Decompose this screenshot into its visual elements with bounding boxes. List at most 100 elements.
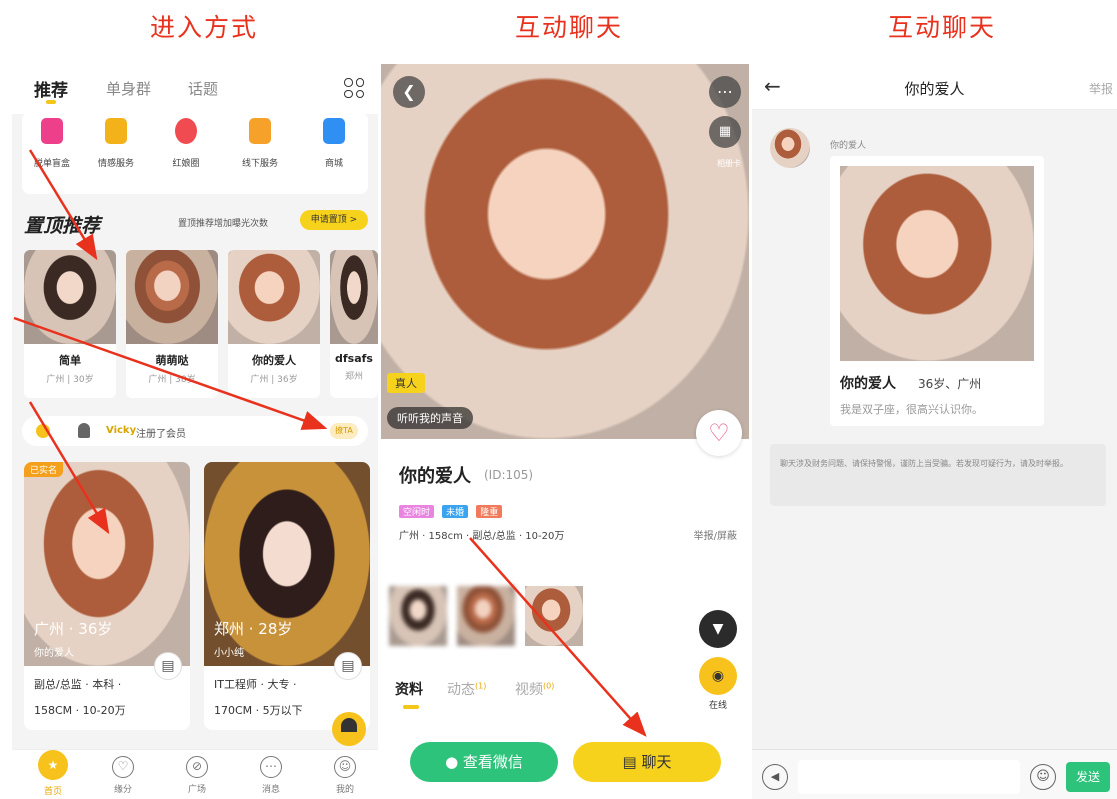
profile-info: 广州 · 158cm · 副总/总监 · 10-20万 — [399, 531, 565, 542]
emoji-icon[interactable]: ☺ — [1030, 764, 1056, 790]
tab-count: (1) — [475, 681, 487, 691]
menu-item-offline-service[interactable]: 线下服务 — [230, 118, 290, 169]
member-card[interactable]: 郑州 · 28岁 小小纯 ▤ IT工程师 · 大专 · 170CM · 5万以下 — [204, 462, 370, 730]
notice-text: 注册了会员 — [136, 429, 186, 440]
chat-bubble-icon[interactable]: ▤ — [334, 652, 362, 680]
sender-name: 你的爱人 — [830, 141, 867, 151]
menu-label: 商城 — [324, 159, 343, 169]
apply-top-button[interactable]: 申请置顶 > — [300, 210, 368, 230]
flirt-button[interactable]: 撩TA — [330, 423, 358, 439]
grid-menu-icon[interactable] — [344, 78, 364, 98]
user-avatar-icon — [78, 423, 90, 438]
profile-photo — [24, 250, 116, 344]
voice-input-icon[interactable]: ◀ — [762, 764, 788, 790]
more-button[interactable]: ⋯ — [709, 76, 741, 108]
feature-menu: 脱单盲盒 情感服务 红娘圈 线下服务 商城 — [22, 112, 368, 194]
tab-topics[interactable]: 话题 — [188, 78, 218, 99]
chat-button[interactable]: ▤ 聊天 — [573, 742, 721, 782]
member-location: 广州 · 36岁 — [34, 620, 113, 638]
chat-screen: ← 你的爱人 举报 你的爱人 你的爱人 36岁、广州 我是双子座，很高兴认识你。… — [752, 64, 1117, 799]
album-thumbnail[interactable] — [457, 586, 515, 646]
shop-bag-icon — [323, 118, 345, 144]
heading-entry-method: 进入方式 — [150, 13, 259, 42]
avatar[interactable] — [770, 128, 810, 168]
nav-square[interactable]: ⊘ 广场 — [172, 754, 222, 795]
heading-interactive-chat-2: 互动聊天 — [888, 13, 997, 42]
star-badge-icon: ★ — [38, 750, 68, 780]
member-line1: IT工程师 · 大专 · — [214, 678, 297, 691]
menu-item-blind-box[interactable]: 脱单盲盒 — [22, 118, 82, 169]
chat-bubble-icon[interactable]: ▤ — [154, 652, 182, 680]
online-service-icon[interactable]: ◉ — [699, 657, 737, 695]
album-thumbnail[interactable] — [389, 586, 447, 646]
album-thumbnail[interactable] — [525, 586, 583, 646]
member-card[interactable]: 已实名 广州 · 36岁 你的爱人 ▤ 副总/总监 · 本科 · 158CM ·… — [24, 462, 190, 730]
nav-messages[interactable]: ⋯ 消息 — [246, 754, 296, 795]
heading-interactive-chat: 互动聊天 — [515, 13, 624, 42]
profile-sub: 郑州 — [344, 372, 363, 382]
heart-icon: ♡ — [112, 756, 134, 778]
nav-label: 首页 — [43, 787, 62, 797]
verified-tag: 已实名 — [24, 462, 64, 477]
back-button[interactable]: ❮ — [393, 76, 425, 108]
profile-name: 简单 — [59, 354, 81, 367]
menu-item-mall[interactable]: 商城 — [304, 118, 364, 169]
store-icon — [249, 118, 271, 144]
profile-card[interactable]: 简单 广州 | 30岁 — [24, 250, 116, 398]
badge: 未婚 — [442, 505, 469, 518]
matchmaker-icon — [175, 118, 197, 144]
member-nick: 你的爱人 — [34, 648, 74, 659]
like-heart-icon[interactable]: ♡ — [696, 410, 742, 456]
profile-sub: 广州 | 30岁 — [46, 375, 94, 385]
tab-underline — [46, 100, 56, 104]
nav-home[interactable]: ★ 首页 — [28, 750, 78, 797]
tab-profile[interactable]: 资料 — [395, 679, 423, 699]
profile-card[interactable]: 萌萌哒 广州 | 38岁 — [126, 250, 218, 398]
send-button[interactable]: 发送 — [1066, 762, 1110, 792]
menu-label: 情感服务 — [97, 159, 134, 169]
report-block-link[interactable]: 举报/屏蔽 — [694, 527, 737, 542]
tab-recommend[interactable]: 推荐 — [34, 76, 68, 101]
nav-me[interactable]: ☺ 我的 — [320, 754, 370, 795]
nav-fate[interactable]: ♡ 缘分 — [98, 754, 148, 795]
menu-item-matchmaker[interactable]: 红娘圈 — [156, 118, 216, 169]
top-tabs: 推荐 单身群 话题 — [12, 64, 378, 114]
report-link[interactable]: 举报 — [1089, 80, 1113, 97]
menu-label: 红娘圈 — [172, 159, 200, 169]
tab-singles-group[interactable]: 单身群 — [106, 78, 151, 99]
profile-name: 你的爱人 — [252, 354, 296, 367]
customer-service-button[interactable]: 客服 — [332, 712, 366, 758]
message-input[interactable] — [798, 760, 1020, 794]
card-bio: 我是双子座，很高兴认识你。 — [840, 403, 983, 416]
tab-videos[interactable]: 视频(0) — [515, 679, 554, 699]
card-name: 你的爱人 — [840, 376, 896, 392]
tab-moments[interactable]: 动态(1) — [447, 679, 486, 699]
view-wechat-button[interactable]: ● 查看微信 — [410, 742, 558, 782]
chat-label: 聊天 — [641, 753, 672, 771]
voice-intro-button[interactable]: 听听我的声音 — [387, 407, 473, 429]
profile-card[interactable]: dfsafs 郑州 — [330, 250, 378, 398]
menu-label: 线下服务 — [241, 159, 278, 169]
real-person-badge: 真人 — [387, 373, 425, 393]
profile-badges: 空闲时 未婚 隆重 — [399, 500, 505, 519]
tab-underline — [403, 705, 419, 709]
menu-label: 脱单盲盒 — [33, 159, 70, 169]
card-photo — [840, 166, 1034, 361]
profile-photo — [330, 250, 378, 344]
nav-label: 我的 — [335, 785, 354, 795]
online-label: 在线 — [708, 701, 727, 711]
gift-box-icon — [41, 118, 63, 144]
album-card-icon[interactable]: ▦ — [709, 116, 741, 148]
menu-item-emotion-service[interactable]: 情感服务 — [86, 118, 146, 169]
profile-card[interactable]: 你的爱人 广州 | 36岁 — [228, 250, 320, 398]
badge: 隆重 — [476, 505, 503, 518]
tab-label: 动态 — [447, 682, 475, 698]
profile-name: 你的爱人 — [399, 466, 471, 487]
notice-nick: Vicky — [106, 425, 137, 436]
nav-label: 广场 — [187, 785, 206, 795]
profile-share-card[interactable]: 你的爱人 36岁、广州 我是双子座，很高兴认识你。 — [830, 156, 1044, 426]
section-title: 置顶推荐 — [24, 215, 101, 237]
card-meta: 36岁、广州 — [918, 377, 982, 391]
profile-name: 萌萌哒 — [155, 354, 189, 367]
filter-icon[interactable]: ▼ — [699, 610, 737, 648]
